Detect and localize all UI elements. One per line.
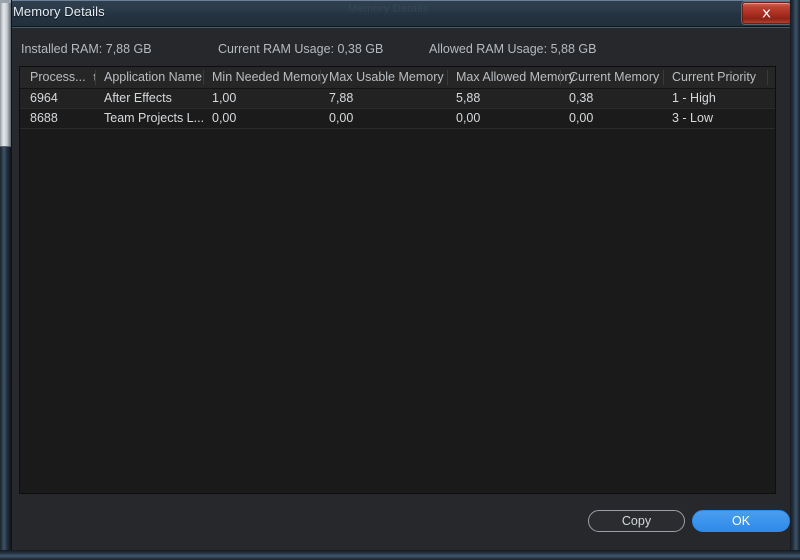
column-header-current-memory[interactable]: Current Memory [569,70,669,84]
table-cell: 0,00 [212,111,237,125]
column-divider[interactable] [767,70,768,85]
table-cell: 3 - Low [672,111,713,125]
ghost-title-text: Memory Details [348,3,429,15]
column-divider[interactable] [447,70,448,85]
ram-summary: Installed RAM: 7,88 GB Current RAM Usage… [11,42,790,60]
table-cell: 7,88 [329,91,354,105]
table-cell: Team Projects L... [104,111,205,125]
column-header-max-usable-memory[interactable]: Max Usable Memory [329,70,454,84]
window-title: Memory Details [13,4,105,19]
table-row[interactable]: 8688 Team Projects L... 0,00 0,00 0,00 0,00 3 … [20,109,775,129]
column-divider[interactable] [663,70,664,85]
title-bar[interactable]: Memory Details Memory Details [0,0,800,27]
table-header-row[interactable]: Process...↑Application NameMin Needed Me… [20,67,775,89]
table-cell: 0,00 [569,111,594,125]
installed-ram-label: Installed RAM: 7,88 GB [21,42,152,56]
table-cell: 8688 [30,111,58,125]
allowed-ram-usage-label: Allowed RAM Usage: 5,88 GB [429,42,597,56]
window-border-right [790,0,800,560]
column-divider[interactable] [320,70,321,85]
table-cell: 0,38 [569,91,594,105]
column-header-application-name[interactable]: Application Name [104,70,214,84]
window-border-bottom [0,550,800,560]
table-cell: After Effects [104,91,172,105]
column-divider[interactable] [203,70,204,85]
scrollbar-thumb-cap [0,0,11,3]
table-cell: 1 - High [672,91,716,105]
dialog-inner-panel: Installed RAM: 7,88 GB Current RAM Usage… [11,29,790,550]
column-divider[interactable] [560,70,561,85]
table-cell: 6964 [30,91,58,105]
dialog-button-row: Copy OK [11,503,790,543]
table-body: 6964 After Effects 1,00 7,88 5,88 0,38 1 - Hig… [20,89,775,129]
memory-details-dialog: Memory Details Memory Details Installed … [0,0,800,560]
table-cell: 0,00 [329,111,354,125]
current-ram-usage-label: Current RAM Usage: 0,38 GB [218,42,384,56]
column-header-min-needed-memory[interactable]: Min Needed Memory [212,70,337,84]
close-icon[interactable] [742,2,791,24]
ok-button[interactable]: OK [692,510,790,532]
column-header-current-priority[interactable]: Current Priority [672,70,772,84]
table-row[interactable]: 6964 After Effects 1,00 7,88 5,88 0,38 1 - Hig… [20,89,775,109]
background-scrollbar-thumb[interactable] [0,0,11,147]
dialog-body: Installed RAM: 7,88 GB Current RAM Usage… [11,27,790,550]
copy-button[interactable]: Copy [588,510,685,532]
column-divider[interactable] [95,70,96,85]
table-cell: 1,00 [212,91,237,105]
column-header-process[interactable]: Process... [30,70,90,84]
memory-table[interactable]: Process...↑Application NameMin Needed Me… [19,66,776,494]
